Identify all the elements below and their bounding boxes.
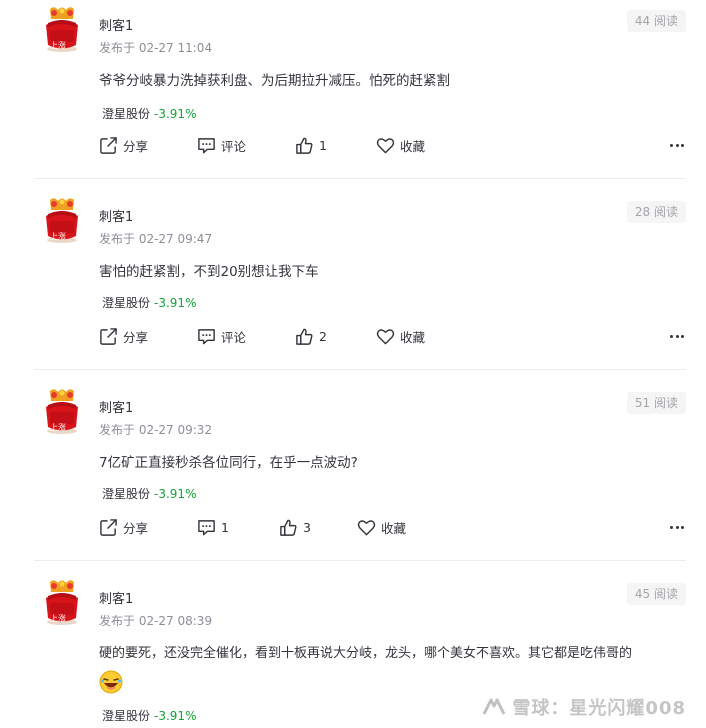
post-content: 爷爷分岐暴力洗掉获利盘、为后期拉升减压。怕死的赶紧割	[99, 73, 450, 89]
collect-heart-icon	[376, 327, 395, 346]
post-meta: 发布于 02-27 09:32	[99, 423, 213, 437]
stock-name: 澄星股份	[102, 296, 151, 310]
more-dots-icon[interactable]	[668, 134, 684, 156]
stock-change: -3.91%	[154, 487, 197, 501]
post-meta: 发布于 02-27 09:47	[99, 232, 213, 246]
laughing-face-icon	[99, 670, 123, 694]
avatar-badge: 上涨	[50, 614, 66, 623]
watermark-text: 雪球：星光闪耀008	[512, 698, 686, 719]
share-button[interactable]: 分享	[99, 516, 148, 538]
collect-button[interactable]: 收藏	[357, 516, 406, 538]
share-icon	[99, 518, 118, 537]
comment-count: 1	[221, 519, 229, 535]
avatar-badge: 上涨	[50, 41, 66, 50]
collect-label: 收藏	[400, 329, 426, 345]
post-meta: 发布于 02-27 08:39	[99, 614, 213, 628]
comment-button[interactable]: 1	[197, 516, 229, 538]
collect-label: 收藏	[400, 138, 426, 154]
like-icon	[295, 327, 314, 346]
stock-change: -3.91%	[154, 107, 197, 121]
view-count: 45 阅读	[626, 583, 686, 605]
collect-button[interactable]: 收藏	[376, 325, 425, 347]
share-button[interactable]: 分享	[99, 134, 148, 156]
avatar-badge: 上涨	[50, 232, 66, 241]
post-meta: 发布于 02-27 11:04	[99, 41, 213, 55]
divider	[34, 178, 686, 179]
stock-tag[interactable]: 澄星股份 -3.91%	[102, 105, 196, 122]
stock-name: 澄星股份	[102, 709, 151, 723]
like-button[interactable]: 3	[279, 516, 311, 538]
like-icon	[279, 518, 298, 537]
comment-label: 评论	[221, 138, 247, 154]
divider	[34, 369, 686, 370]
share-button[interactable]: 分享	[99, 325, 148, 347]
post-content: 7亿矿正直接秒杀各位同行，在乎一点波动?	[99, 455, 358, 471]
collect-label: 收藏	[381, 520, 407, 536]
snowball-logo-icon	[483, 698, 506, 715]
share-icon	[99, 327, 118, 346]
stock-name: 澄星股份	[102, 107, 151, 121]
avatar-badge: 上涨	[50, 423, 66, 432]
comment-icon	[197, 518, 216, 537]
share-label: 分享	[123, 329, 149, 345]
share-label: 分享	[123, 138, 149, 154]
post-card: 上涨 刺客1 发布于 02-27 11:04 44 阅读 爷爷分岐暴力洗掉获利盘…	[34, 5, 686, 180]
view-count: 28 阅读	[626, 201, 686, 223]
share-label: 分享	[123, 520, 149, 536]
like-count: 2	[319, 328, 327, 344]
stock-tag[interactable]: 澄星股份 -3.91%	[102, 485, 196, 502]
username[interactable]: 刺客1	[99, 206, 133, 225]
comment-label: 评论	[221, 329, 247, 345]
view-count: 44 阅读	[626, 10, 686, 32]
username[interactable]: 刺客1	[99, 15, 133, 34]
comment-icon	[197, 327, 216, 346]
like-button[interactable]: 1	[295, 134, 327, 156]
comment-button[interactable]: 评论	[197, 325, 246, 347]
post-card: 上涨 刺客1 发布于 02-27 09:47 28 阅读 害怕的赶紧割，不到20…	[34, 196, 686, 371]
action-bar: 分享 评论 2 收藏	[99, 325, 686, 347]
stock-tag[interactable]: 澄星股份 -3.91%	[102, 294, 196, 311]
username[interactable]: 刺客1	[99, 397, 133, 416]
stock-change: -3.91%	[154, 296, 197, 310]
collect-heart-icon	[357, 518, 376, 537]
divider	[34, 560, 686, 561]
username[interactable]: 刺客1	[99, 588, 133, 607]
like-count: 3	[303, 519, 311, 535]
share-icon	[99, 136, 118, 155]
more-dots-icon[interactable]	[668, 325, 684, 347]
collect-button[interactable]: 收藏	[376, 134, 425, 156]
action-bar: 分享 1 3 收藏	[99, 516, 686, 538]
post-content: 硬的要死，还没完全催化，看到十板再说大分岐，龙头，哪个美女不喜欢。其它都是吃伟哥…	[99, 646, 633, 661]
comment-button[interactable]: 评论	[197, 134, 246, 156]
stock-name: 澄星股份	[102, 487, 151, 501]
like-count: 1	[319, 137, 327, 153]
view-count: 51 阅读	[626, 392, 686, 414]
action-bar: 分享 评论 1 收藏	[99, 134, 686, 156]
like-button[interactable]: 2	[295, 325, 327, 347]
collect-heart-icon	[376, 136, 395, 155]
more-dots-icon[interactable]	[668, 516, 684, 538]
post-content: 害怕的赶紧割，不到20别想让我下车	[99, 264, 319, 280]
comment-icon	[197, 136, 216, 155]
post-card: 上涨 刺客1 发布于 02-27 09:32 51 阅读 7亿矿正直接秒杀各位同…	[34, 387, 686, 562]
watermark: 雪球：星光闪耀008	[481, 694, 686, 720]
stock-tag[interactable]: 澄星股份 -3.91%	[102, 707, 196, 724]
stock-change: -3.91%	[154, 709, 197, 723]
like-icon	[295, 136, 314, 155]
